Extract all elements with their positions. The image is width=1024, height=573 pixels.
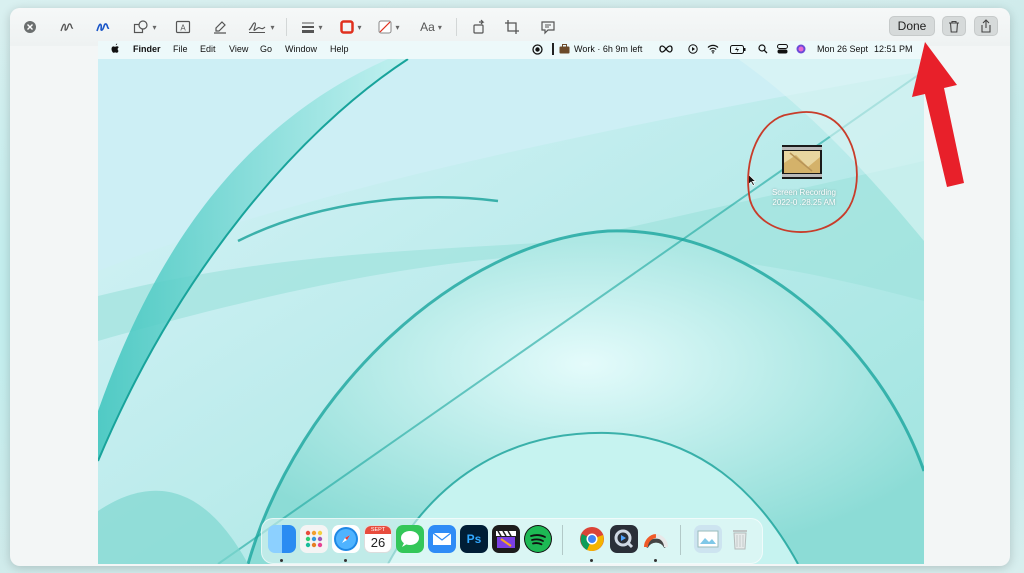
red-arrow-annotation bbox=[912, 42, 964, 187]
red-circle-annotation bbox=[747, 111, 858, 233]
annotation-layer bbox=[747, 42, 964, 233]
